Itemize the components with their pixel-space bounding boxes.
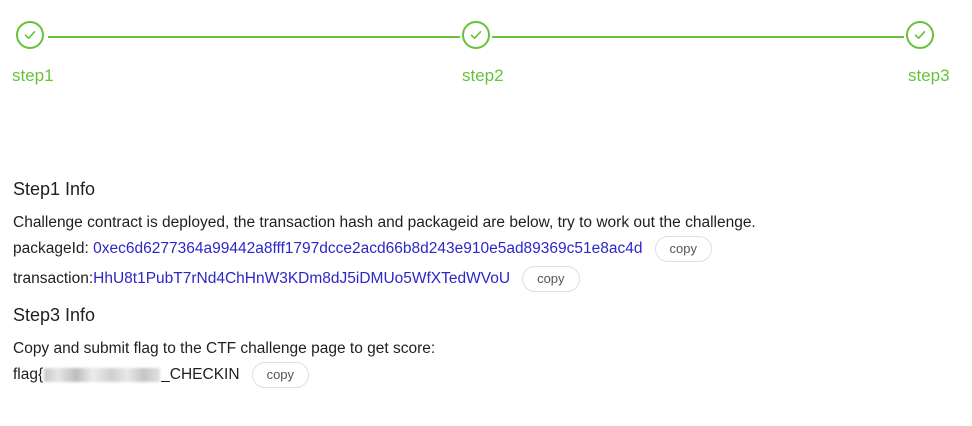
step3-info-title: Step3 Info [13, 305, 96, 325]
transaction-label: transaction: [13, 270, 94, 287]
copy-package-id-button[interactable]: copy [654, 236, 712, 262]
transaction-row: transaction: HhU8t1PubT7rNd4ChHnW3KDm8dJ… [13, 266, 963, 292]
step3-info-section: Step3 Info Copy and submit flag to the C… [13, 302, 963, 388]
step-connector-2 [492, 36, 904, 38]
step1-info-section: Step1 Info Challenge contract is deploye… [13, 176, 963, 292]
step3-description: Copy and submit flag to the CTF challeng… [13, 340, 436, 357]
step1-description: Challenge contract is deployed, the tran… [13, 214, 756, 231]
package-id-row: packageId: 0xec6d6277364a99442a8fff1797d… [13, 236, 963, 262]
transaction-value[interactable]: HhU8t1PubT7rNd4ChHnW3KDm8dJ5iDMUo5WfXTed… [93, 266, 510, 292]
step1-check-icon [16, 21, 44, 49]
step1-info-title: Step1 Info [13, 179, 96, 199]
package-id-label: packageId: [13, 240, 89, 257]
redacted-flag-blur [44, 368, 161, 382]
copy-flag-button[interactable]: copy [251, 362, 310, 388]
progress-stepper: step1 step2 step3 [0, 0, 972, 100]
info-content: Step1 Info Challenge contract is deploye… [13, 176, 963, 388]
step1-label: step1 [12, 66, 54, 85]
step3-label: step3 [908, 66, 950, 85]
flag-suffix: _CHECKIN [161, 366, 240, 383]
copy-transaction-button[interactable]: copy [522, 266, 580, 292]
step-connector-1 [48, 36, 460, 38]
ctf-challenge-page: step1 step2 step3 Step1 Info Challenge c… [0, 0, 972, 426]
flag-row: flag{ _CHECKIN copy [13, 362, 963, 388]
flag-prefix: flag{ [13, 366, 44, 383]
step2-label: step2 [462, 66, 504, 85]
package-id-value[interactable]: 0xec6d6277364a99442a8fff1797dcce2acd66b8… [93, 236, 642, 262]
step2-check-icon [462, 21, 490, 49]
step3-check-icon [906, 21, 934, 49]
